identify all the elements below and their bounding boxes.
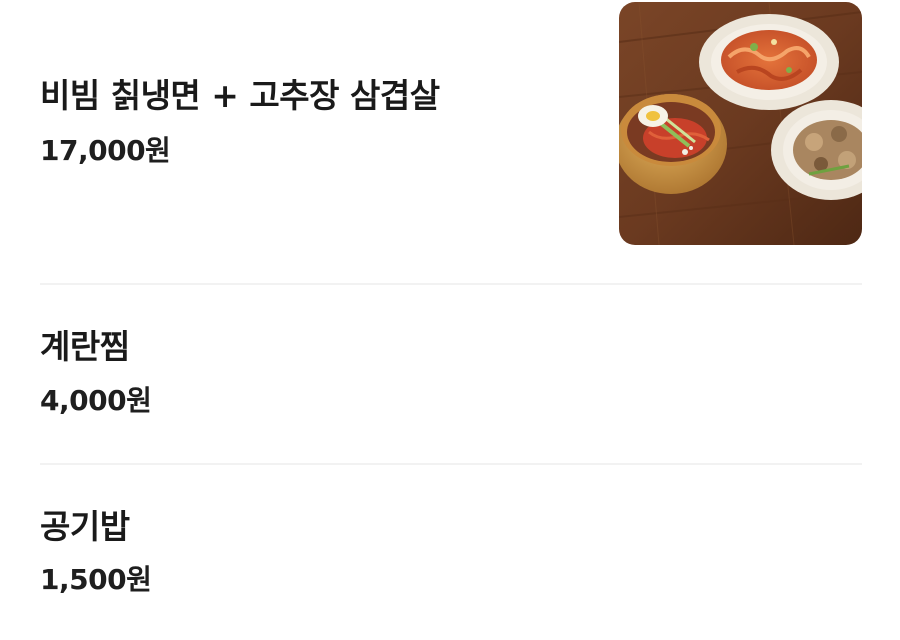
menu-item-bibim-naengmyeon-set[interactable]: 비빔 칡냉면 + 고추장 삼겹살 17,000원 [40,0,862,284]
menu-item-gyeranjjim[interactable]: 계란찜 4,000원 [40,285,862,464]
menu-item-price: 17,000원 [40,134,171,167]
menu-item-name: 비빔 칡냉면 + 고추장 삼겹살 [40,76,440,115]
menu-item-price: 4,000원 [40,384,152,417]
menu-item-gonggibap[interactable]: 공기밥 1,500원 [40,465,862,640]
menu-list: 비빔 칡냉면 + 고추장 삼겹살 17,000원 계란찜 4,000원 공기밥 … [0,0,900,640]
menu-item-name: 계란찜 [40,327,130,366]
menu-item-name: 공기밥 [40,507,130,546]
menu-item-price: 1,500원 [40,563,152,596]
menu-item-photo[interactable] [619,2,862,245]
